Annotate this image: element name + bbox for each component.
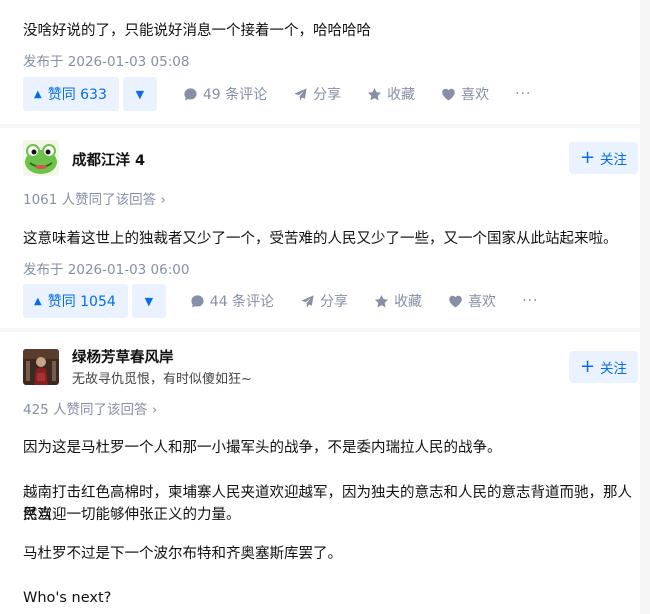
plus-icon: + xyxy=(579,356,596,377)
more-button[interactable]: ··· xyxy=(515,86,531,102)
like-label: 喜欢 xyxy=(468,294,497,310)
answer-text: 这意味着这世上的独裁者又少了一个，受苦难的人民又少了一些，又一个国家从此站起来啦… xyxy=(23,231,618,247)
like-button[interactable]: 喜欢 xyxy=(448,291,496,311)
share-icon xyxy=(294,87,307,101)
publish-time: 发布于 2026-01-03 06:00 xyxy=(23,262,190,278)
more-icon: ··· xyxy=(515,86,532,102)
author-name[interactable]: 成都江洋 4 xyxy=(72,149,145,170)
share-label: 分享 xyxy=(313,87,342,103)
share-icon xyxy=(301,294,314,308)
agree-count[interactable]: 1061 人赞同了该回答 › xyxy=(23,188,166,208)
star-icon xyxy=(375,294,389,307)
action-bar: ▲ 赞同 1054 ▼ 44 条评论 分享 收藏 喜欢 ··· xyxy=(23,284,538,318)
collect-label: 收藏 xyxy=(394,294,423,310)
publish-time: 发布于 2026-01-03 05:08 xyxy=(23,54,190,70)
more-icon: ··· xyxy=(522,293,539,309)
avatar[interactable] xyxy=(23,140,59,176)
plus-icon: + xyxy=(579,147,596,168)
answer-card-1: 没啥好说的了，只能说好消息一个接着一个，哈哈哈哈 发布于 2026-01-03 … xyxy=(0,0,640,124)
answer-card-2: 成都江洋 4 + 关注 1061 人赞同了该回答 › 这意味着这世上的独裁者又少… xyxy=(0,128,640,328)
collect-button[interactable]: 收藏 xyxy=(367,84,415,104)
follow-label: 关注 xyxy=(600,152,628,168)
agree-count[interactable]: 425 人赞同了该回答 › xyxy=(23,398,157,418)
answer-paragraph: 然欢迎一切能够伸张正义的力量。 xyxy=(23,507,241,523)
star-icon xyxy=(368,87,382,100)
comment-icon xyxy=(184,87,197,100)
like-label: 喜欢 xyxy=(461,87,490,103)
collect-label: 收藏 xyxy=(387,87,416,103)
action-bar: ▲ 赞同 633 ▼ 49 条评论 分享 收藏 喜欢 ··· xyxy=(23,77,532,111)
vote-up-button[interactable]: ▲ 赞同 1054 xyxy=(23,284,128,318)
vote-down-button[interactable]: ▼ xyxy=(131,284,166,318)
collect-button[interactable]: 收藏 xyxy=(374,291,422,311)
share-button[interactable]: 分享 xyxy=(300,291,348,311)
answer-paragraph: 因为这是马杜罗一个人和那一小撮军头的战争，不是委内瑞拉人民的战争。 xyxy=(23,440,502,456)
share-label: 分享 xyxy=(320,294,349,310)
caret-down-icon: ▼ xyxy=(144,294,154,308)
caret-down-icon: ▼ xyxy=(135,87,145,101)
avatar[interactable] xyxy=(23,349,59,385)
vote-down-button[interactable]: ▼ xyxy=(122,77,157,111)
heart-icon xyxy=(442,88,455,100)
answer-text: 没啥好说的了，只能说好消息一个接着一个，哈哈哈哈 xyxy=(23,23,371,39)
answer-paragraph: Who's next? xyxy=(23,590,112,606)
follow-button[interactable]: + 关注 xyxy=(569,142,638,174)
more-button[interactable]: ··· xyxy=(522,293,538,309)
caret-up-icon: ▲ xyxy=(34,295,42,307)
answer-paragraph: 马杜罗不过是下一个波尔布特和齐奥塞斯库罢了。 xyxy=(23,546,342,562)
follow-button[interactable]: + 关注 xyxy=(569,351,638,383)
vote-count: 赞同 633 xyxy=(47,87,107,103)
author-name[interactable]: 绿杨芳草春风岸 xyxy=(72,346,174,367)
comment-button[interactable]: 49 条评论 xyxy=(183,84,267,104)
answer-card-3: 绿杨芳草春风岸 无故寻仇觅恨，有时似傻如狂~ + 关注 425 人赞同了该回答 … xyxy=(0,332,640,614)
frog-avatar-icon xyxy=(23,140,59,176)
vote-up-button[interactable]: ▲ 赞同 633 xyxy=(23,77,119,111)
person-avatar-icon xyxy=(23,349,59,385)
comment-count: 44 条评论 xyxy=(209,294,275,310)
share-button[interactable]: 分享 xyxy=(293,84,341,104)
caret-up-icon: ▲ xyxy=(34,88,42,100)
comment-button[interactable]: 44 条评论 xyxy=(190,291,274,311)
like-button[interactable]: 喜欢 xyxy=(441,84,489,104)
follow-label: 关注 xyxy=(600,361,628,377)
comment-count: 49 条评论 xyxy=(202,87,268,103)
author-bio: 无故寻仇觅恨，有时似傻如狂~ xyxy=(72,372,252,387)
vote-count: 赞同 1054 xyxy=(47,294,116,310)
heart-icon xyxy=(449,295,462,307)
comment-icon xyxy=(191,294,204,307)
